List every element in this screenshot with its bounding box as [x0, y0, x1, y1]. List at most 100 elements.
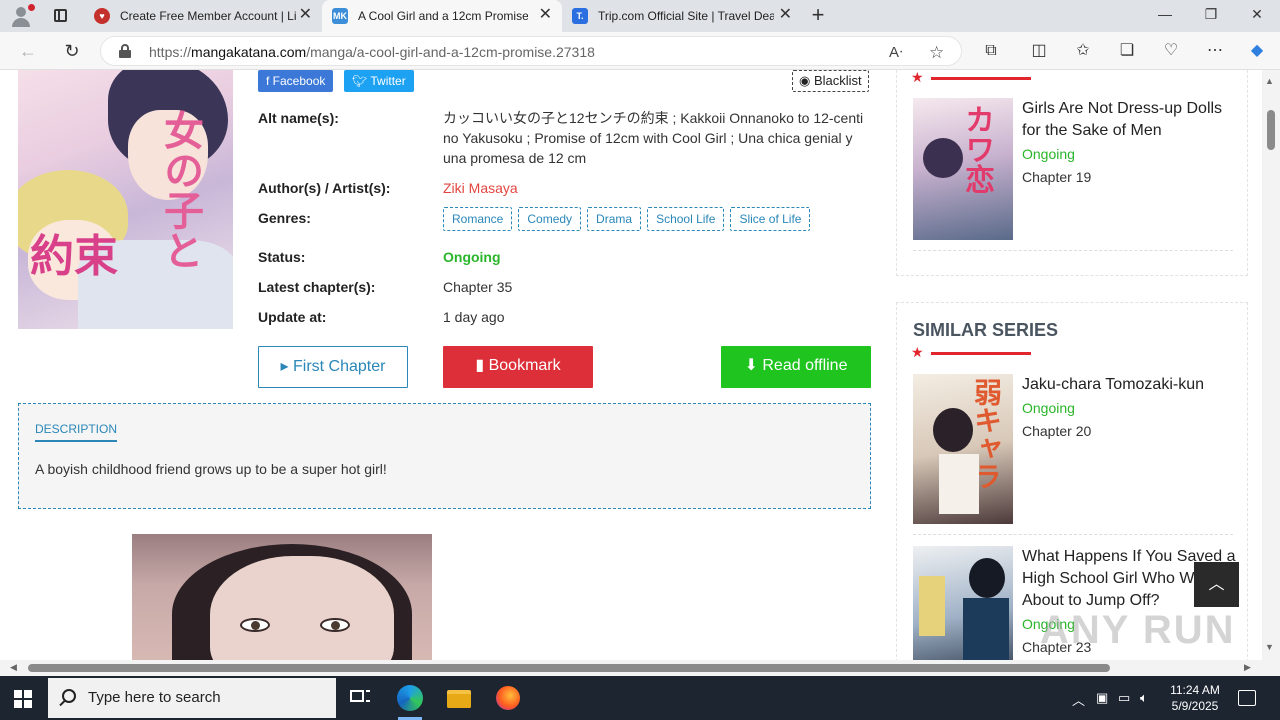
taskbar-search-box[interactable]: Type here to search [48, 678, 336, 718]
extensions-icon[interactable]: ⧉ [980, 41, 1002, 63]
refresh-icon[interactable]: ↻ [60, 40, 84, 62]
read-aloud-icon[interactable]: Aᐧ [889, 43, 903, 61]
close-window-icon[interactable]: ✕ [1234, 6, 1280, 23]
manga-thumbnail[interactable]: カワ恋 [913, 98, 1013, 240]
scroll-left-arrow-icon[interactable]: ◀ [10, 662, 17, 673]
windows-taskbar: Type here to search ︿ ▣ ▭ 🔈︎ 11:24 AM 5/… [0, 676, 1280, 720]
scroll-right-arrow-icon[interactable]: ▶ [1244, 662, 1251, 673]
star-icon: ★ [911, 70, 924, 85]
show-hidden-icons-chevron-icon[interactable]: ︿ [1072, 690, 1085, 709]
horizontal-scrollbar[interactable]: ◀ ▶ [0, 660, 1262, 676]
profile-avatar-icon[interactable] [8, 4, 35, 28]
bookmark-button[interactable]: ▮ Bookmark [443, 346, 593, 388]
horizontal-scroll-thumb[interactable] [28, 664, 1110, 672]
advertisement-image[interactable] [132, 534, 432, 660]
genre-tag-romance[interactable]: Romance [443, 207, 513, 231]
genre-tag-slice-of-life[interactable]: Slice of Life [730, 207, 811, 231]
series-status: Ongoing [1022, 400, 1075, 416]
chevron-up-icon: ︿ [1208, 576, 1225, 593]
tab-manga-katana[interactable]: MK A Cool Girl and a 12cm Promise ✕ [322, 0, 562, 32]
close-tab-icon[interactable]: ✕ [779, 7, 792, 23]
copilot-icon[interactable]: ◆ [1246, 41, 1268, 63]
device-icon[interactable]: ▣ [1096, 690, 1108, 706]
chat-bubble-icon: ♥ [94, 8, 110, 24]
volume-icon[interactable]: 🔈︎ [1140, 690, 1148, 706]
sidebar-box-hot: ★ カワ恋 Girls Are Not Dress-up Dolls for t… [896, 70, 1248, 276]
series-title-link[interactable]: Jaku-chara Tomozaki-kun [1022, 374, 1237, 396]
twitter-icon: 🐦︎ [352, 74, 371, 88]
clock-time: 11:24 AM [1170, 683, 1220, 697]
close-tab-icon[interactable]: ✕ [539, 7, 552, 23]
twitter-share-button[interactable]: 🐦︎ Twitter [344, 70, 414, 92]
search-placeholder: Type here to search [88, 689, 221, 706]
tab-trip-com[interactable]: T. Trip.com Official Site | Travel Deal … [562, 0, 802, 32]
windows-start-icon[interactable] [14, 690, 32, 708]
task-view-icon[interactable] [344, 682, 376, 714]
restore-icon[interactable]: ❐ [1188, 6, 1234, 23]
tab-strip: ♥ Create Free Member Account | Li ✕ MK A… [0, 0, 1280, 32]
author-label: Author(s) / Artist(s): [258, 180, 391, 196]
back-arrow-icon[interactable]: ← [16, 40, 40, 62]
system-clock[interactable]: 11:24 AM 5/9/2025 [1160, 682, 1230, 714]
series-chapter-link[interactable]: Chapter 20 [1022, 423, 1091, 439]
favorites-icon[interactable]: ✩ [1072, 41, 1094, 63]
description-heading: DESCRIPTION [35, 422, 118, 442]
vertical-scrollbar[interactable]: ▲ ▼ [1262, 70, 1280, 660]
firefox-icon[interactable] [492, 682, 524, 714]
url-field[interactable]: https://mangakatana.com/manga/a-cool-gir… [100, 36, 962, 66]
vertical-scroll-thumb[interactable] [1267, 110, 1275, 150]
similar-series-heading: SIMILAR SERIES [913, 320, 1059, 340]
genres-label: Genres: [258, 210, 311, 226]
favorite-star-icon[interactable]: ☆ [929, 43, 944, 63]
new-tab-icon[interactable]: + [806, 4, 830, 28]
genre-tag-drama[interactable]: Drama [587, 207, 642, 231]
author-link[interactable]: Ziki Masaya [443, 180, 518, 196]
scroll-to-top-button[interactable]: ︿ [1194, 562, 1239, 607]
performance-icon[interactable]: ♡ [1160, 41, 1182, 63]
first-chapter-button[interactable]: ▸ First Chapter [258, 346, 408, 388]
lock-icon[interactable] [119, 44, 131, 58]
latest-chapter-link[interactable]: Chapter 35 [443, 279, 512, 295]
file-explorer-icon[interactable] [443, 682, 475, 714]
facebook-share-button[interactable]: f Facebook [258, 70, 334, 92]
genre-tag-comedy[interactable]: Comedy [518, 207, 582, 231]
scroll-down-arrow-icon[interactable]: ▼ [1265, 642, 1274, 652]
close-tab-icon[interactable]: ✕ [299, 7, 312, 23]
update-label: Update at: [258, 309, 327, 325]
network-icon[interactable]: ▭ [1118, 690, 1130, 706]
collections-icon[interactable]: ❏ [1116, 41, 1138, 63]
url-text: https://mangakatana.com/manga/a-cool-gir… [149, 44, 595, 60]
edge-browser-icon[interactable] [394, 682, 426, 720]
description-panel: DESCRIPTION A boyish childhood friend gr… [18, 403, 871, 509]
scroll-up-arrow-icon[interactable]: ▲ [1265, 76, 1274, 86]
series-chapter-link[interactable]: Chapter 19 [1022, 169, 1091, 185]
tab-actions-icon[interactable] [48, 6, 72, 26]
genre-tag-school-life[interactable]: School Life [647, 207, 725, 231]
clock-date: 5/9/2025 [1171, 699, 1219, 713]
tab-title: A Cool Girl and a 12cm Promise [358, 9, 528, 23]
download-icon: ⬇ [744, 357, 763, 374]
manga-thumbnail[interactable]: 弱キャラ [913, 374, 1013, 524]
tab-create-account[interactable]: ♥ Create Free Member Account | Li ✕ [84, 0, 322, 32]
series-title-link[interactable]: Girls Are Not Dress-up Dolls for the Sak… [1022, 98, 1237, 142]
address-bar: ← ↻ https://mangakatana.com/manga/a-cool… [0, 32, 1280, 70]
separator [913, 250, 1233, 251]
read-offline-button[interactable]: ⬇ Read offline [721, 346, 871, 388]
mangakatana-favicon-icon: MK [332, 8, 348, 24]
more-menu-icon[interactable]: ⋯ [1204, 41, 1226, 63]
blacklist-button[interactable]: ◉ Blacklist [792, 70, 869, 92]
tab-title: Create Free Member Account | Li [120, 9, 297, 23]
trip-favicon-icon: T. [572, 8, 588, 24]
manga-cover-image: 女の子と 約束 [18, 70, 233, 329]
facebook-icon: f [266, 74, 273, 88]
manga-thumbnail[interactable] [913, 546, 1013, 660]
series-status: Ongoing [1022, 146, 1075, 162]
split-screen-icon[interactable]: ◫ [1028, 41, 1050, 63]
tab-title: Trip.com Official Site | Travel Deal [598, 9, 774, 23]
minimize-icon[interactable]: — [1142, 6, 1188, 22]
separator [913, 534, 1233, 535]
caret-right-icon: ▸ [280, 358, 293, 375]
scrollbar-corner [1262, 660, 1280, 676]
latest-chapter-label: Latest chapter(s): [258, 279, 376, 295]
notifications-icon[interactable] [1238, 690, 1256, 706]
